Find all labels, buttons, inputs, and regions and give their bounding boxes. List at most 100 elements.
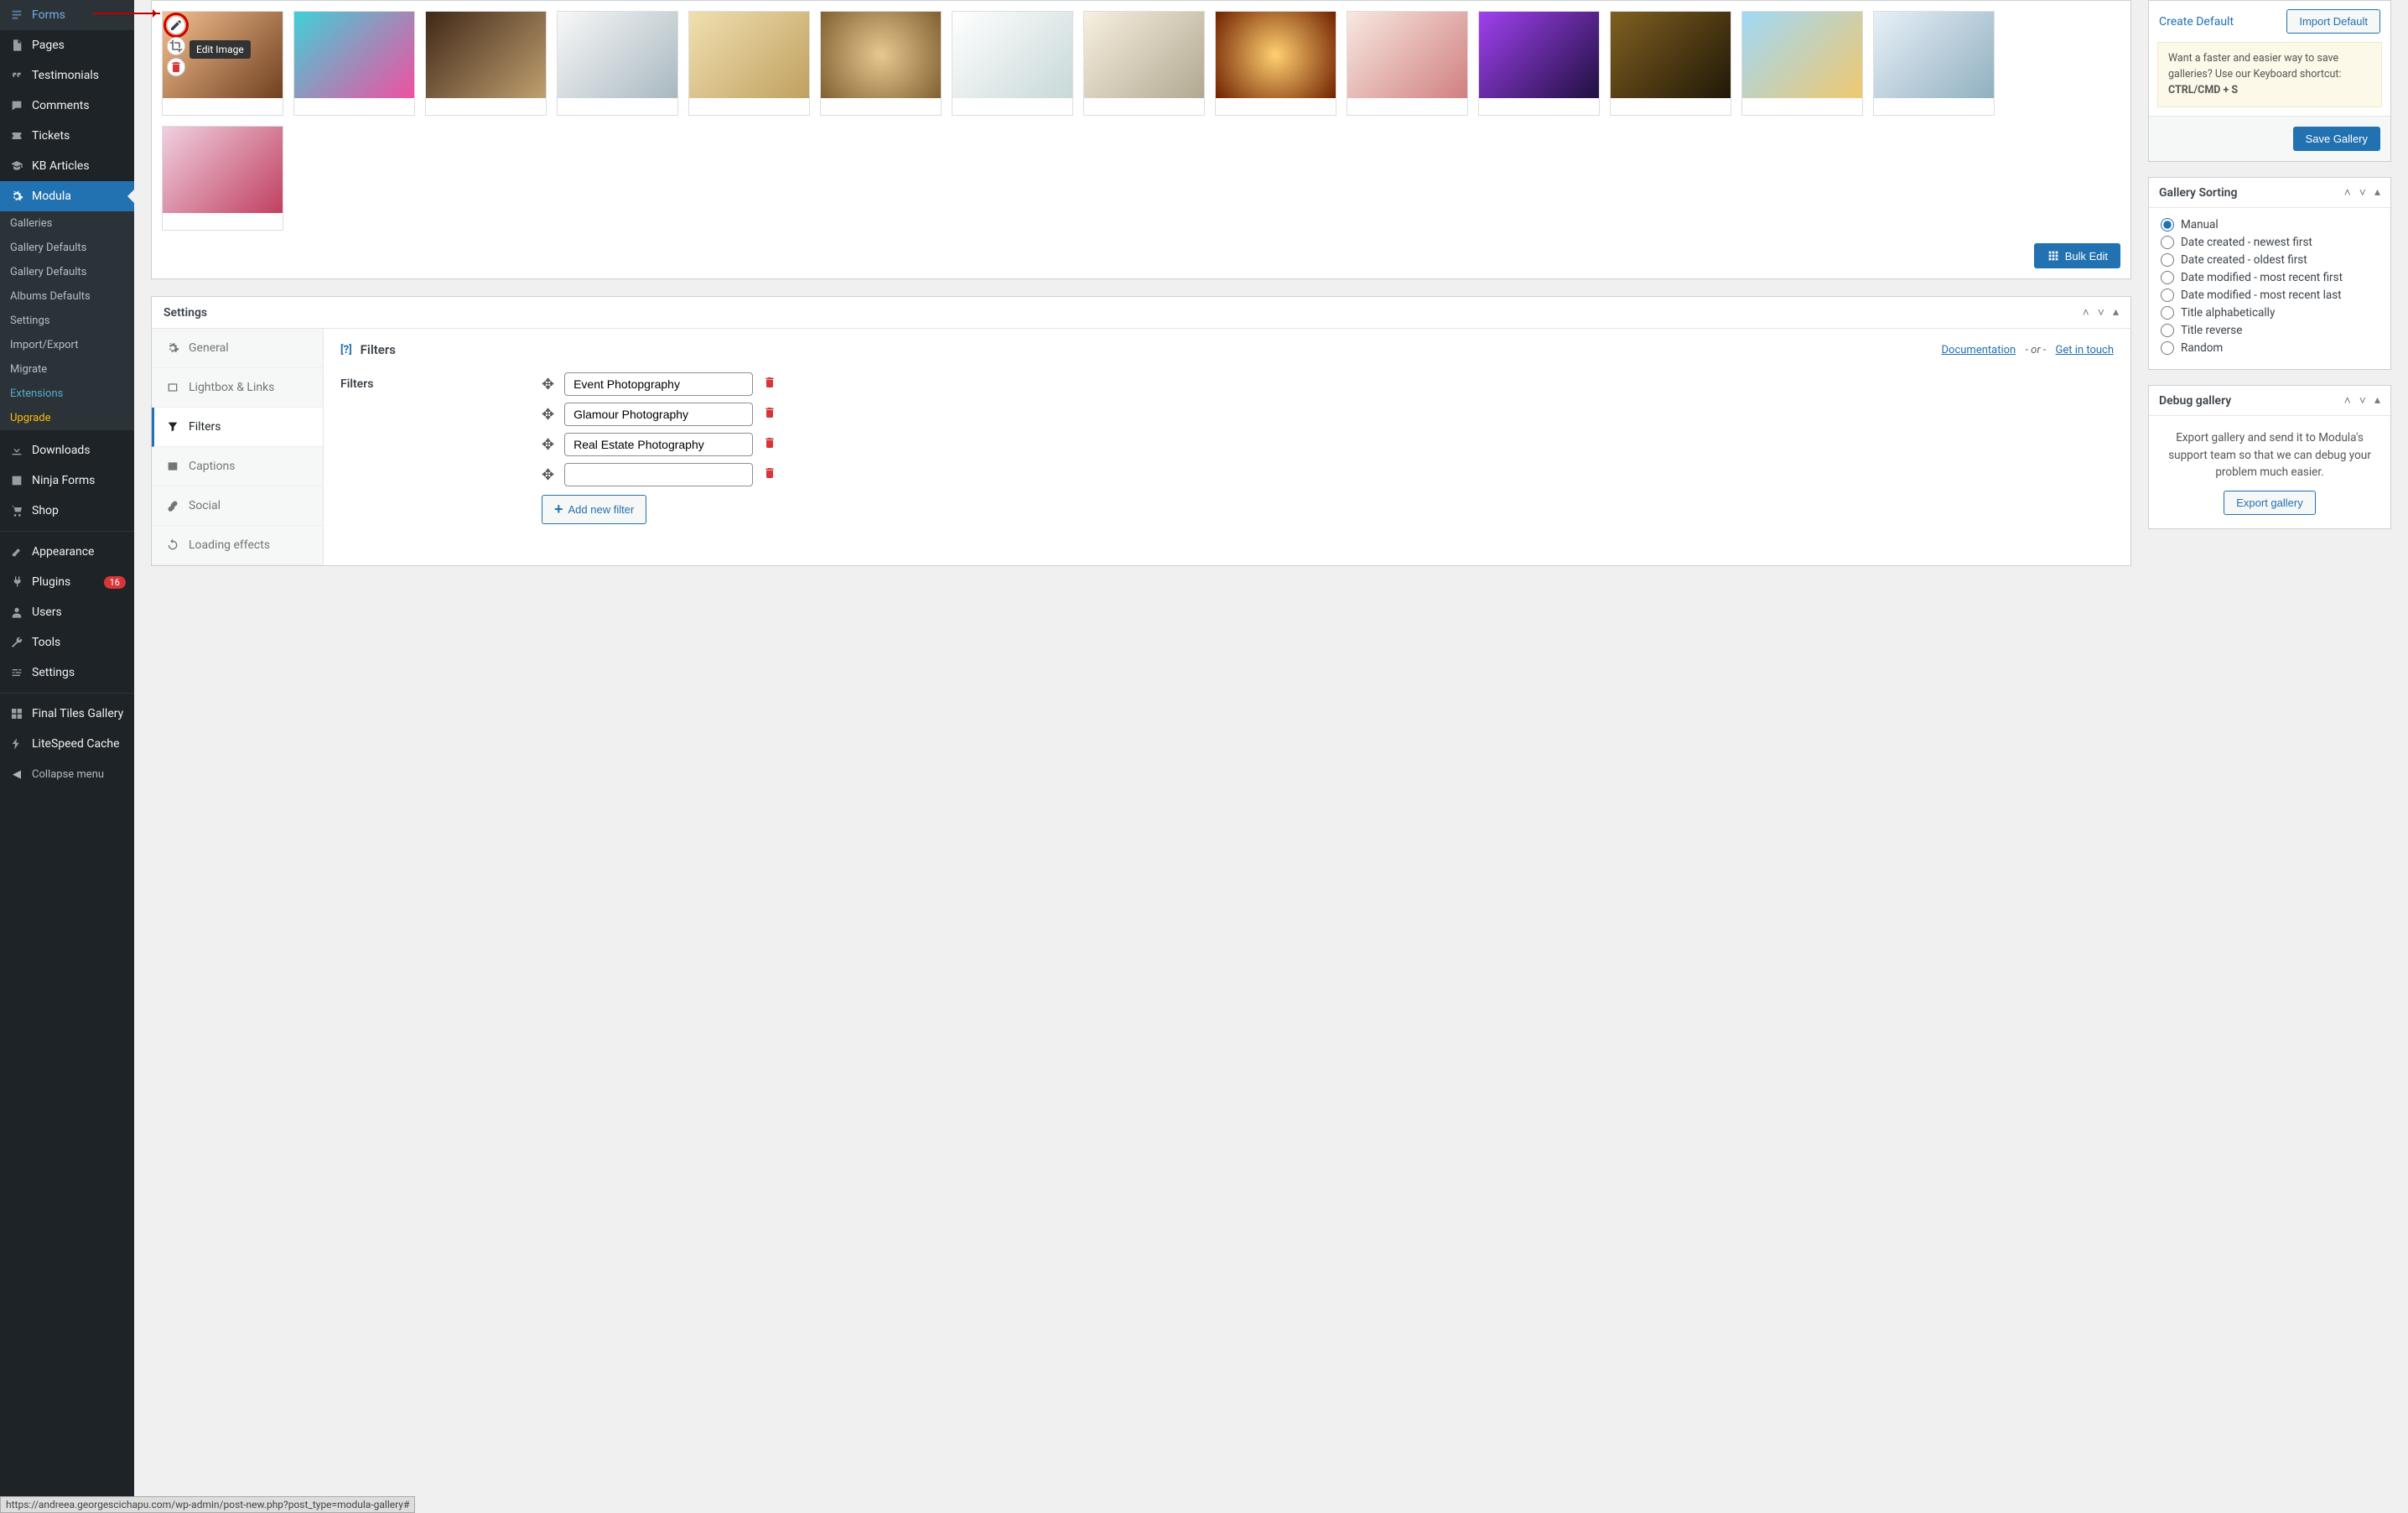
gallery-thumb[interactable] — [688, 11, 810, 116]
sidebar-item-plugins[interactable]: Plugins16 — [0, 567, 134, 597]
sort-radio[interactable] — [2161, 289, 2174, 302]
sidebar-item-ninja-forms[interactable]: Ninja Forms — [0, 465, 134, 496]
gallery-thumb[interactable] — [820, 11, 942, 116]
panel-down-icon[interactable]: ˅ — [2359, 185, 2366, 200]
sort-option[interactable]: Random — [2161, 341, 2379, 355]
panel-down-icon[interactable]: ˅ — [2098, 305, 2104, 320]
sort-option[interactable]: Date created - oldest first — [2161, 253, 2379, 267]
sidebar-item-label: Users — [32, 606, 126, 619]
import-default-button[interactable]: Import Default — [2286, 9, 2380, 34]
delete-filter-button[interactable] — [763, 376, 776, 393]
filter-input[interactable] — [564, 403, 753, 426]
collapse-menu[interactable]: ◀ Collapse menu — [0, 759, 134, 789]
move-icon[interactable]: ✥ — [542, 436, 554, 454]
delete-filter-button[interactable] — [763, 466, 776, 483]
sidebar-item-comments[interactable]: Comments — [0, 91, 134, 121]
move-icon[interactable]: ✥ — [542, 376, 554, 393]
move-icon[interactable]: ✥ — [542, 406, 554, 424]
crop-image-button[interactable] — [167, 37, 185, 55]
sidebar-sub-albums-defaults[interactable]: Albums Defaults — [0, 284, 134, 309]
panel-toggle-icon[interactable]: ▴ — [2374, 393, 2380, 408]
sort-radio[interactable] — [2161, 306, 2174, 320]
bulk-edit-button[interactable]: Bulk Edit — [2034, 243, 2120, 268]
gallery-thumb[interactable] — [162, 126, 283, 231]
filter-input[interactable] — [564, 433, 753, 456]
shortcut-notice: Want a faster and easier way to save gal… — [2157, 42, 2382, 107]
panel-toggle-icon[interactable]: ▴ — [2113, 305, 2119, 320]
panel-down-icon[interactable]: ˅ — [2359, 393, 2366, 408]
sort-radio[interactable] — [2161, 341, 2174, 355]
sidebar-item-shop[interactable]: Shop — [0, 496, 134, 526]
sidebar-item-tools[interactable]: Tools — [0, 627, 134, 658]
sort-option[interactable]: Manual — [2161, 218, 2379, 231]
sidebar-item-litespeed-cache[interactable]: LiteSpeed Cache — [0, 729, 134, 759]
panel-toggle-icon[interactable]: ▴ — [2374, 185, 2380, 200]
sort-option[interactable]: Title reverse — [2161, 324, 2379, 337]
export-gallery-button[interactable]: Export gallery — [2224, 491, 2315, 515]
gallery-thumb[interactable] — [425, 11, 547, 116]
sidebar-item-users[interactable]: Users — [0, 597, 134, 627]
sidebar-item-final-tiles-gallery[interactable]: Final Tiles Gallery — [0, 699, 134, 729]
sort-radio[interactable] — [2161, 253, 2174, 267]
sidebar-sub-gallery-defaults[interactable]: Gallery Defaults — [0, 236, 134, 260]
settings-tab-lightbox-links[interactable]: Lightbox & Links — [152, 368, 323, 408]
settings-tab-social[interactable]: Social — [152, 486, 323, 526]
panel-up-icon[interactable]: ˄ — [2083, 305, 2089, 320]
gallery-thumb[interactable] — [1215, 11, 1336, 116]
filter-input[interactable] — [564, 372, 753, 396]
panel-up-icon[interactable]: ˄ — [2344, 393, 2351, 408]
sort-radio[interactable] — [2161, 236, 2174, 249]
sidebar-item-forms[interactable]: Forms — [0, 0, 134, 30]
delete-image-button[interactable] — [167, 58, 185, 76]
move-icon[interactable]: ✥ — [542, 466, 554, 484]
gallery-thumb[interactable] — [1741, 11, 1863, 116]
add-filter-button[interactable]: + Add new filter — [542, 495, 646, 524]
gallery-thumb[interactable]: Edit Image — [162, 11, 283, 116]
sidebar-item-pages[interactable]: Pages — [0, 30, 134, 60]
create-default-link[interactable]: Create Default — [2159, 15, 2234, 29]
sidebar-item-kb-articles[interactable]: KB Articles — [0, 151, 134, 181]
sort-option[interactable]: Date created - newest first — [2161, 236, 2379, 249]
gallery-thumb[interactable] — [1347, 11, 1468, 116]
sidebar-item-appearance[interactable]: Appearance — [0, 537, 134, 567]
sidebar-sub-settings[interactable]: Settings — [0, 309, 134, 333]
settings-tab-loading-effects[interactable]: Loading effects — [152, 526, 323, 565]
gear-icon — [8, 188, 25, 205]
gallery-thumb[interactable] — [1083, 11, 1205, 116]
sidebar-sub-galleries[interactable]: Galleries — [0, 211, 134, 236]
sort-radio[interactable] — [2161, 218, 2174, 231]
get-in-touch-link[interactable]: Get in touch — [2056, 344, 2114, 356]
edit-image-button[interactable] — [167, 16, 185, 34]
sidebar-item-testimonials[interactable]: Testimonials — [0, 60, 134, 91]
gallery-thumb[interactable] — [952, 11, 1073, 116]
panel-up-icon[interactable]: ˄ — [2344, 185, 2351, 200]
sidebar-sub-extensions[interactable]: Extensions — [0, 382, 134, 406]
filter-input[interactable] — [564, 463, 753, 486]
settings-tab-general[interactable]: General — [152, 329, 323, 368]
sort-option[interactable]: Date modified - most recent first — [2161, 271, 2379, 284]
settings-tab-captions[interactable]: Captions — [152, 447, 323, 486]
sidebar-item-modula[interactable]: Modula — [0, 181, 134, 211]
sort-radio[interactable] — [2161, 271, 2174, 284]
sidebar-item-downloads[interactable]: Downloads — [0, 435, 134, 465]
sidebar-item-settings[interactable]: Settings — [0, 658, 134, 688]
help-icon[interactable]: [?] — [340, 344, 352, 356]
gallery-thumb[interactable] — [1478, 11, 1600, 116]
gallery-thumb[interactable] — [1610, 11, 1731, 116]
gallery-thumb[interactable] — [293, 11, 415, 116]
sidebar-sub-import-export[interactable]: Import/Export — [0, 333, 134, 357]
sort-radio[interactable] — [2161, 324, 2174, 337]
sort-option[interactable]: Date modified - most recent last — [2161, 289, 2379, 302]
gallery-thumb[interactable] — [1873, 11, 1995, 116]
documentation-link[interactable]: Documentation — [1942, 344, 2016, 356]
sort-option[interactable]: Title alphabetically — [2161, 306, 2379, 320]
sidebar-item-tickets[interactable]: Tickets — [0, 121, 134, 151]
sidebar-sub-gallery-defaults[interactable]: Gallery Defaults — [0, 260, 134, 284]
sidebar-sub-migrate[interactable]: Migrate — [0, 357, 134, 382]
save-gallery-button[interactable]: Save Gallery — [2293, 127, 2380, 151]
sidebar-sub-upgrade[interactable]: Upgrade — [0, 406, 134, 430]
delete-filter-button[interactable] — [763, 436, 776, 453]
gallery-thumb[interactable] — [557, 11, 678, 116]
delete-filter-button[interactable] — [763, 406, 776, 423]
settings-tab-filters[interactable]: Filters — [152, 408, 323, 447]
